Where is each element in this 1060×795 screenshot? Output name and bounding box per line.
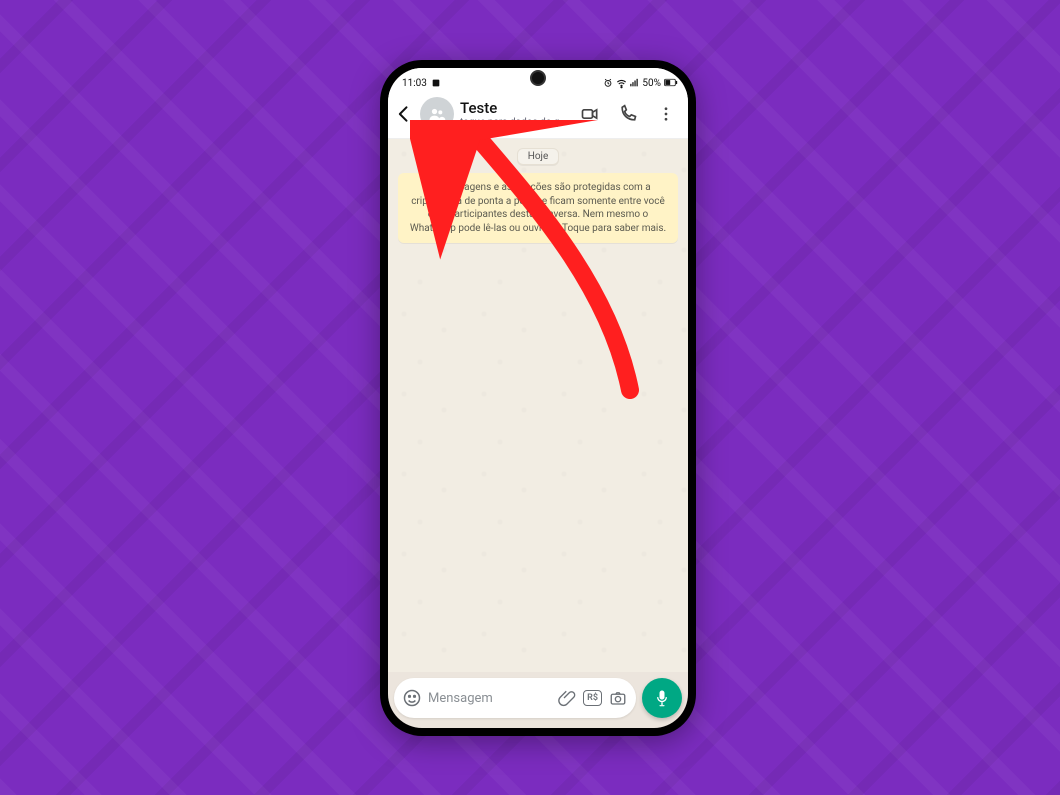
- battery-percentage: 50%: [642, 78, 661, 89]
- signal-icon: [629, 78, 639, 88]
- emoji-icon[interactable]: [402, 688, 422, 708]
- back-button[interactable]: [394, 104, 414, 124]
- group-subtitle: toque para dados do gr…: [460, 117, 568, 128]
- status-time: 11:03: [402, 78, 427, 89]
- encryption-notice[interactable]: As mensagens e as ligações são protegida…: [398, 173, 678, 243]
- chat-title-area[interactable]: Teste toque para dados do gr…: [460, 100, 568, 128]
- group-name: Teste: [460, 100, 568, 117]
- status-right: 50%: [603, 78, 674, 89]
- mic-button[interactable]: [642, 678, 682, 718]
- camera-icon[interactable]: [608, 688, 628, 708]
- more-options-button[interactable]: [654, 102, 678, 126]
- wifi-icon: [616, 78, 626, 88]
- attach-icon[interactable]: [557, 688, 577, 708]
- status-left: 11:03: [402, 78, 441, 89]
- input-bar: Mensagem R$: [394, 676, 682, 720]
- alarm-icon: [603, 78, 613, 88]
- message-input[interactable]: Mensagem: [428, 691, 551, 706]
- phone-screen: 11:03 50%: [388, 68, 688, 728]
- phone-frame: 11:03 50%: [380, 60, 696, 736]
- punch-hole-camera: [530, 70, 546, 86]
- battery-icon: [664, 78, 674, 88]
- chat-header[interactable]: Teste toque para dados do gr…: [388, 90, 688, 139]
- voice-call-button[interactable]: [616, 102, 640, 126]
- message-field[interactable]: Mensagem R$: [394, 678, 636, 718]
- date-chip: Hoje: [517, 148, 560, 165]
- chat-body[interactable]: Hoje As mensagens e as ligações são prot…: [388, 138, 688, 672]
- group-avatar[interactable]: [420, 97, 454, 131]
- notification-icon: [431, 78, 441, 88]
- payment-icon[interactable]: R$: [583, 690, 602, 706]
- video-call-button[interactable]: [578, 102, 602, 126]
